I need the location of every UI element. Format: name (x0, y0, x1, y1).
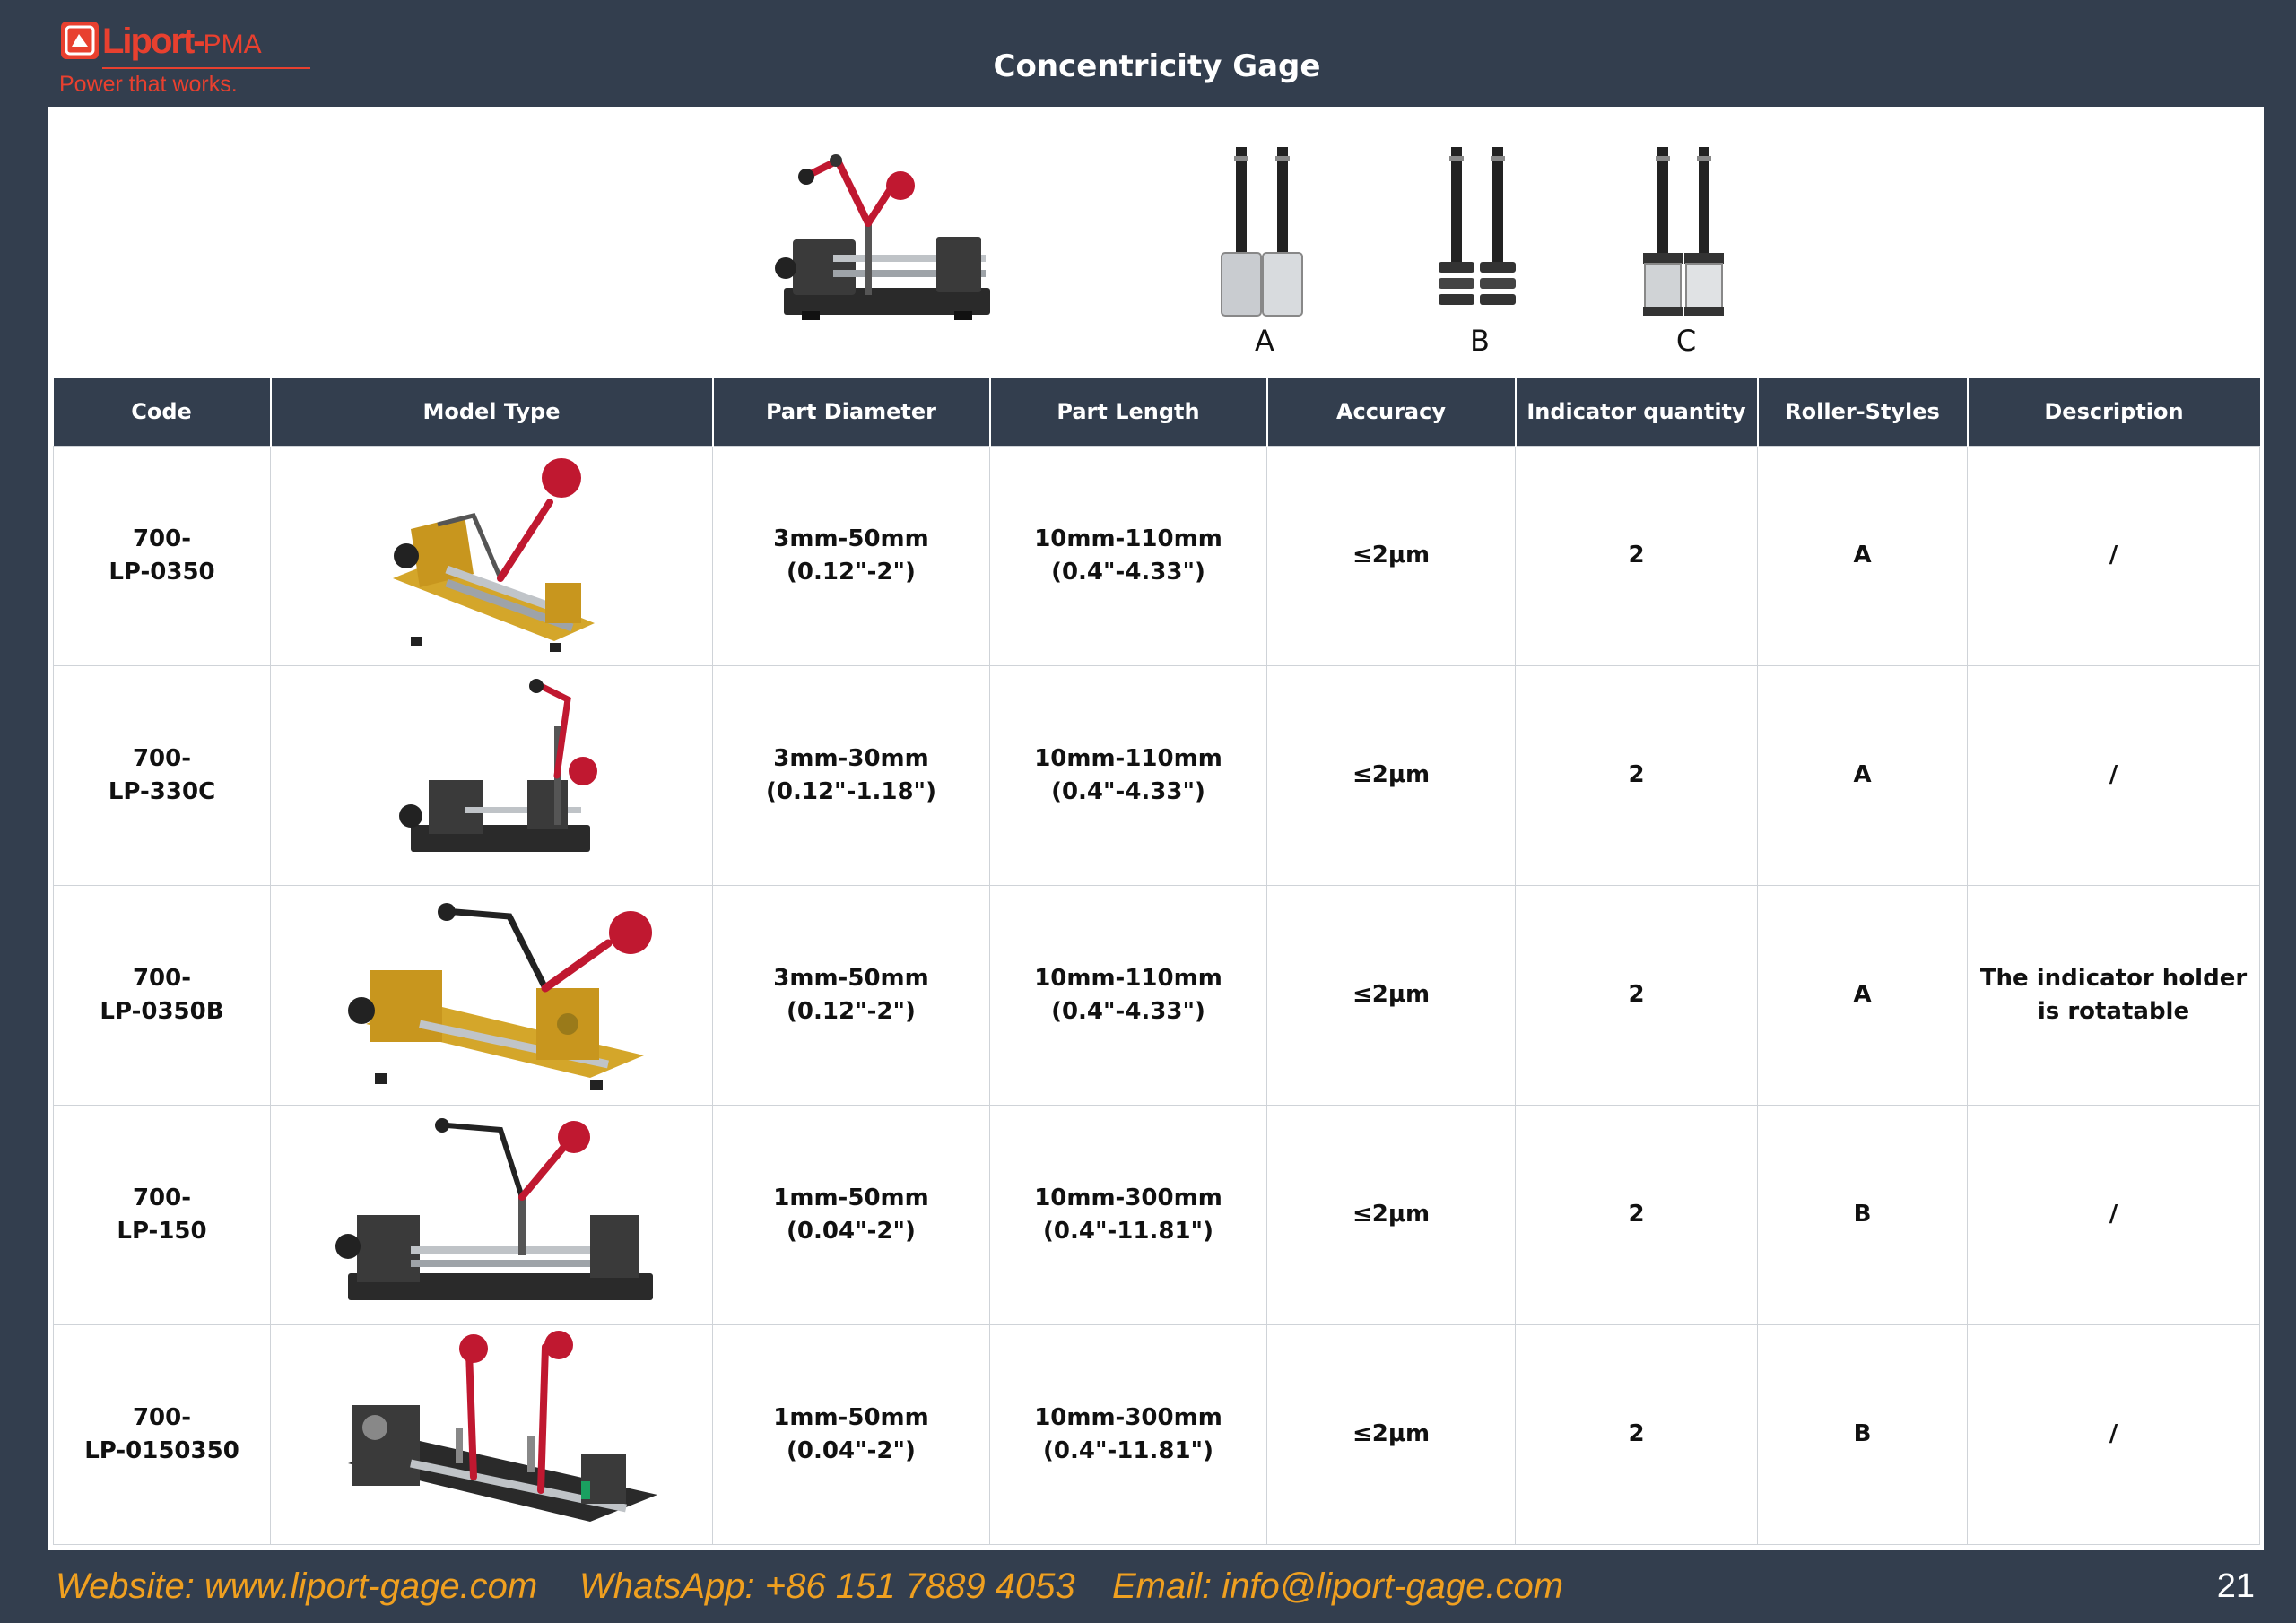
part-diameter-cell: 3mm-30mm (0.12"-1.18") (712, 664, 990, 886)
part-diameter-cell: 1mm-50mm (0.04"-2") (712, 1104, 990, 1325)
gold-base-gage-image (393, 457, 595, 652)
black-compact-gage-image (399, 678, 597, 852)
website-link[interactable]: Website: www.liport-gage.com (56, 1563, 537, 1610)
part-diameter-cell: 3mm-50mm (0.12"-2") (712, 884, 990, 1106)
model-image-cell (270, 884, 713, 1106)
roller-style-c: C (1614, 147, 1758, 380)
accuracy-cell: ≤2μm (1266, 664, 1516, 886)
indicator-quantity-cell: 2 (1515, 664, 1758, 886)
hero-section: A B C (48, 107, 2264, 378)
code-cell: 700- LP-150 (53, 1104, 271, 1325)
roller-style-cell: B (1757, 1324, 1968, 1545)
part-length-cell: 10mm-110mm (0.4"-4.33") (989, 664, 1267, 886)
column-header-part-length: Part Length (988, 378, 1267, 446)
column-header-accuracy: Accuracy (1265, 378, 1516, 446)
roller-style-a: A (1193, 147, 1336, 380)
indicator-quantity-cell: 2 (1515, 1104, 1758, 1325)
column-header-description: Description (1966, 378, 2260, 446)
roller-style-cell: A (1757, 664, 1968, 886)
part-length-cell: 10mm-110mm (0.4"-4.33") (989, 445, 1267, 666)
black-dual-indicator-gage-image (348, 1331, 657, 1522)
accuracy-cell: ≤2μm (1266, 445, 1516, 666)
column-header-part-diameter: Part Diameter (711, 378, 990, 446)
indicator-quantity-cell: 2 (1515, 445, 1758, 666)
code-cell: 700- LP-0350B (53, 884, 271, 1106)
column-header-code: Code (53, 378, 271, 446)
roller-label: A (1255, 324, 1274, 358)
table-row: 700- LP-0350 3mm-50mm (0.12"-2") 10mm-11… (53, 445, 2260, 666)
accuracy-cell: ≤2μm (1266, 1104, 1516, 1325)
description-cell: / (1967, 664, 2260, 886)
roller-style-b: B (1408, 147, 1552, 380)
part-diameter-cell: 3mm-50mm (0.12"-2") (712, 445, 990, 666)
indicator-quantity-cell: 2 (1515, 884, 1758, 1106)
column-header-model-type: Model Type (269, 378, 713, 446)
description-cell: / (1967, 1104, 2260, 1325)
roller-label: B (1470, 324, 1490, 358)
model-image-cell (270, 1104, 713, 1325)
roller-style-cell: A (1757, 445, 1968, 666)
roller-b-icon (1439, 147, 1516, 305)
part-length-cell: 10mm-300mm (0.4"-11.81") (989, 1104, 1267, 1325)
roller-style-cell: A (1757, 884, 1968, 1106)
roller-a-icon (1221, 147, 1303, 317)
table-row: 700- LP-330C 3mm-30mm (0.12"-1.18") 10mm… (53, 664, 2260, 886)
whatsapp-contact[interactable]: WhatsApp: +86 151 7889 4053 (579, 1563, 1075, 1610)
gold-rotatable-gage-image (348, 903, 652, 1090)
part-length-cell: 10mm-110mm (0.4"-4.33") (989, 884, 1267, 1106)
code-cell: 700- LP-330C (53, 664, 271, 886)
code-cell: 700- LP-0350 (53, 445, 271, 666)
content-panel: A B C Code Model Type Part Diameter Part… (48, 107, 2264, 1550)
black-long-gage-image (335, 1117, 653, 1300)
roller-label: C (1675, 324, 1697, 358)
column-header-indicator-quantity: Indicator quantity (1514, 378, 1758, 446)
model-image-cell (270, 1324, 713, 1545)
part-length-cell: 10mm-300mm (0.4"-11.81") (989, 1324, 1267, 1545)
description-cell: The indicator holder is rotatable (1967, 884, 2260, 1106)
model-image-cell (270, 445, 713, 666)
accuracy-cell: ≤2μm (1266, 884, 1516, 1106)
table-row: 700- LP-150 1mm-50mm (0.04"-2") 10mm-300… (53, 1104, 2260, 1325)
roller-c-icon (1643, 147, 1724, 316)
table-row: 700- LP-0350B 3mm-50mm (0.12"-2") 10mm-1… (53, 884, 2260, 1106)
concentricity-gage-image (775, 154, 990, 320)
table-header-row: Code Model Type Part Diameter Part Lengt… (53, 378, 2260, 446)
description-cell: / (1967, 1324, 2260, 1545)
page-number: 21 (2216, 1567, 2255, 1605)
part-diameter-cell: 1mm-50mm (0.04"-2") (712, 1324, 990, 1545)
table-row: 700- LP-0150350 1mm-50mm (0.04"-2") 10mm… (53, 1324, 2260, 1545)
column-header-roller-styles: Roller-Styles (1756, 378, 1968, 446)
code-cell: 700- LP-0150350 (53, 1324, 271, 1545)
indicator-quantity-cell: 2 (1515, 1324, 1758, 1545)
page-footer: Website: www.liport-gage.com WhatsApp: +… (0, 1556, 2296, 1619)
description-cell: / (1967, 445, 2260, 666)
model-image-cell (270, 664, 713, 886)
specification-table: Code Model Type Part Diameter Part Lengt… (53, 378, 2260, 1545)
email-link[interactable]: Email: info@liport-gage.com (1112, 1563, 1563, 1610)
roller-style-cell: B (1757, 1104, 1968, 1325)
accuracy-cell: ≤2μm (1266, 1324, 1516, 1545)
page-title: Concentricity Gage (993, 48, 1321, 84)
